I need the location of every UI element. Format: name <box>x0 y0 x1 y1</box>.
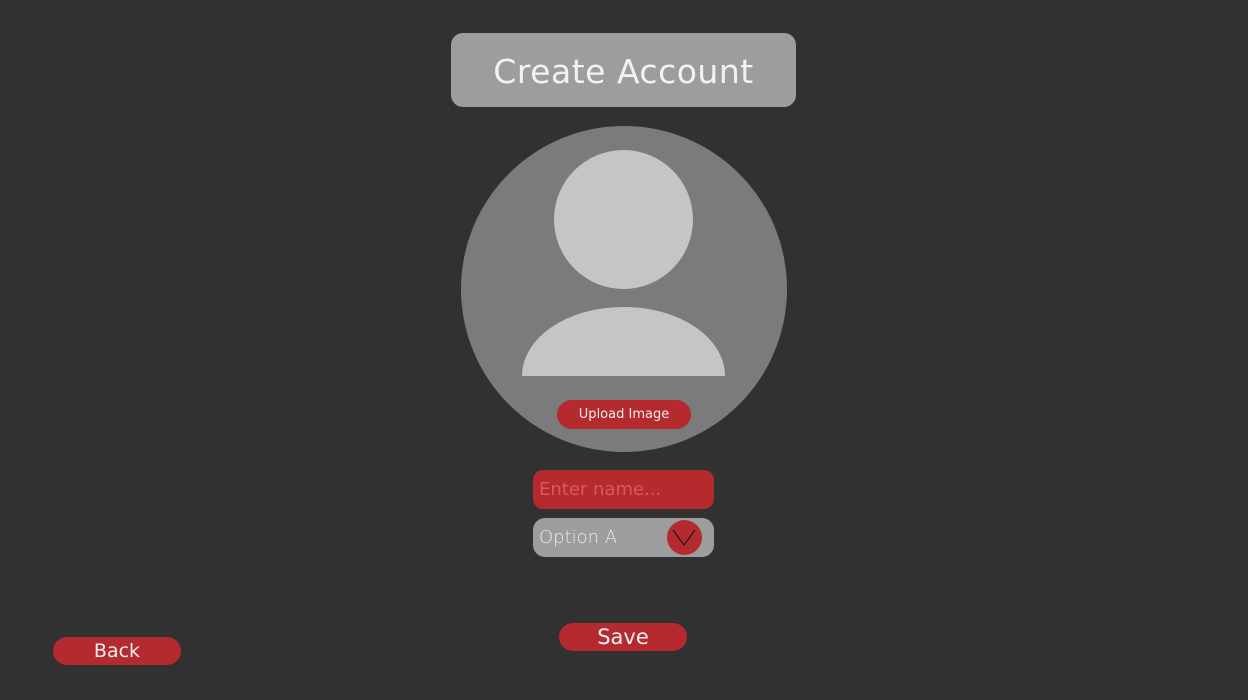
back-button[interactable]: Back <box>53 637 181 665</box>
page-title: Create Account <box>493 51 754 91</box>
page-header: Create Account <box>451 33 796 107</box>
user-silhouette-head-icon <box>554 150 693 289</box>
save-button[interactable]: Save <box>559 623 687 651</box>
user-silhouette-body-icon <box>522 307 725 376</box>
option-select[interactable]: Option A <box>533 518 714 557</box>
select-value: Option A <box>539 527 618 548</box>
chevron-down-icon[interactable] <box>667 520 702 555</box>
name-input[interactable] <box>533 470 714 509</box>
upload-image-button[interactable]: Upload Image <box>557 400 691 429</box>
